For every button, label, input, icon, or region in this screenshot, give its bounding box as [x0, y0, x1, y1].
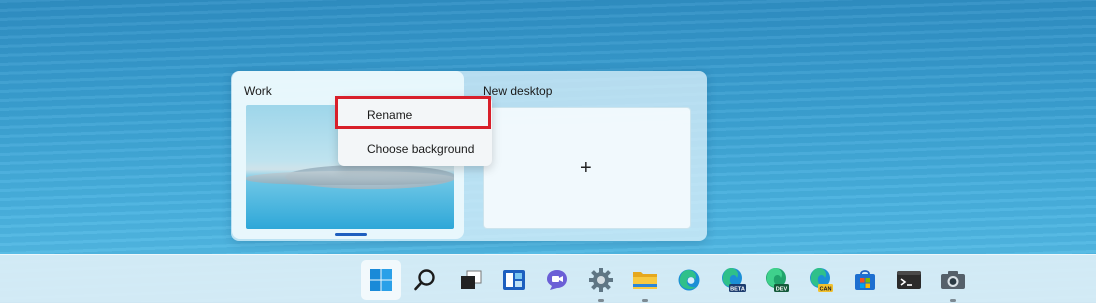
new-desktop-button[interactable]: +	[483, 107, 691, 229]
start-icon	[370, 269, 392, 291]
wallpaper-preview-landscape	[246, 171, 454, 185]
edge-beta-badge: BETA	[730, 286, 745, 292]
menu-item-rename[interactable]: Rename	[338, 100, 492, 130]
terminal-icon	[897, 271, 921, 289]
terminal-button[interactable]	[889, 260, 929, 300]
active-desktop-indicator	[335, 233, 367, 236]
edge-dev-button[interactable]: DEV	[757, 260, 797, 300]
edge-canary-badge: CAN	[819, 286, 831, 292]
edge-icon	[678, 269, 700, 291]
widgets-icon	[503, 270, 525, 290]
widgets-button[interactable]	[494, 260, 534, 300]
settings-button[interactable]	[581, 260, 621, 302]
task-view-button[interactable]	[451, 260, 491, 300]
microsoft-store-button[interactable]	[845, 260, 885, 300]
desktop-context-menu: Rename Choose background	[338, 96, 492, 166]
file-explorer-button[interactable]	[625, 260, 665, 302]
task-view-icon	[461, 270, 482, 289]
camera-button[interactable]	[933, 260, 973, 302]
search-button[interactable]	[405, 260, 445, 300]
teams-chat-icon	[547, 270, 567, 290]
edge-canary-button[interactable]: CAN	[801, 260, 841, 300]
start-button[interactable]	[361, 260, 401, 300]
taskbar: BETA DEV CAN	[0, 254, 1096, 303]
camera-icon	[941, 271, 965, 289]
edge-dev-badge: DEV	[776, 286, 788, 292]
edge-button[interactable]	[669, 260, 709, 300]
new-desktop-label: New desktop	[483, 84, 553, 98]
edge-beta-icon: BETA	[722, 268, 746, 292]
desktop-label[interactable]: Work	[244, 84, 272, 98]
search-icon	[414, 269, 435, 291]
file-explorer-icon	[633, 272, 657, 289]
desktop-card-new[interactable]: New desktop +	[471, 71, 703, 239]
chat-button[interactable]	[537, 260, 577, 300]
menu-item-choose-background[interactable]: Choose background	[338, 134, 492, 164]
microsoft-store-icon	[855, 270, 875, 290]
edge-beta-button[interactable]: BETA	[713, 260, 753, 300]
plus-icon: +	[580, 157, 592, 179]
settings-icon	[589, 268, 613, 292]
edge-canary-icon: CAN	[810, 268, 833, 292]
edge-dev-icon: DEV	[766, 268, 789, 292]
